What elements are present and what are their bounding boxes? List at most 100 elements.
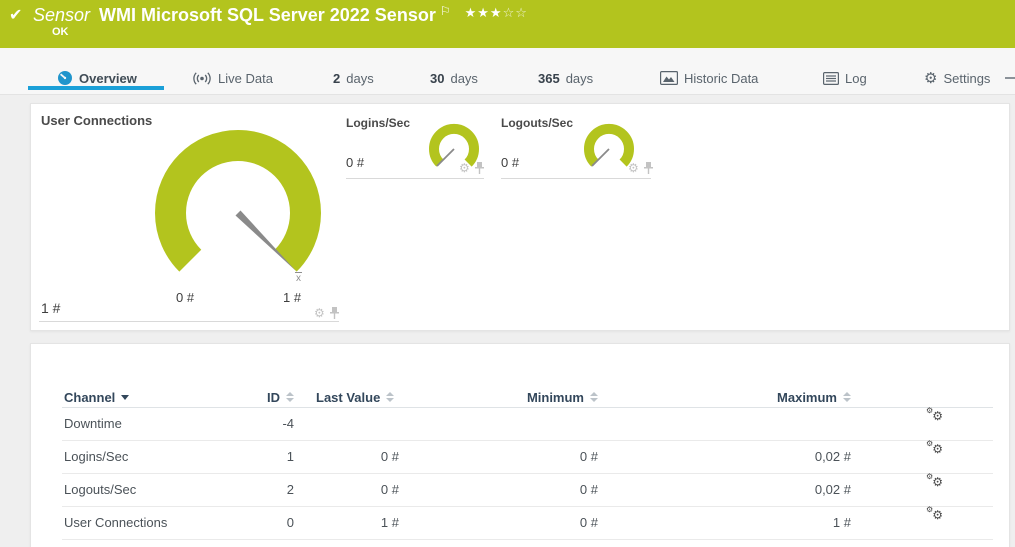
pin-icon[interactable] (644, 162, 653, 174)
channel-last-value: 0 # (302, 440, 399, 473)
gear-icon[interactable]: ⚙ (314, 307, 325, 319)
tab-30-days[interactable]: 30 days (430, 69, 478, 87)
prtg-sensor-page: ✔ Sensor WMI Microsoft SQL Server 2022 S… (0, 0, 1015, 547)
tab-365-days[interactable]: 365 days (538, 69, 593, 87)
logins-gauge-actions[interactable]: ⚙ (459, 162, 484, 174)
column-header-id-label: ID (267, 390, 280, 405)
double-gear-icon[interactable]: ⚙⚙ (926, 407, 942, 423)
channel-maximum: 1 # (742, 506, 851, 539)
column-header-last-value-label: Last Value (316, 390, 380, 405)
channel-id: -4 (192, 407, 294, 440)
channel-name[interactable]: Logouts/Sec (64, 473, 136, 506)
tab-30-days-number: 30 (430, 71, 444, 86)
logouts-gauge-arc (589, 129, 629, 163)
page-title: WMI Microsoft SQL Server 2022 Sensor (99, 4, 436, 27)
logins-gauge-title: Logins/Sec (346, 116, 410, 130)
user-connections-gauge-title: User Connections (41, 113, 152, 128)
flag-icon[interactable]: ⚐ (440, 5, 451, 17)
gear-icon[interactable]: ⚙ (628, 162, 639, 174)
channel-maximum: 0,02 # (742, 473, 851, 506)
channel-last-value: 1 # (302, 506, 399, 539)
logouts-gauge-actions[interactable]: ⚙ (628, 162, 653, 174)
gauge-average-marker: x (295, 272, 302, 284)
column-header-minimum-label: Minimum (527, 390, 584, 405)
gauge-divider (346, 178, 484, 179)
tab-log[interactable]: Log (823, 69, 867, 87)
channel-maximum: 0,02 # (742, 440, 851, 473)
column-header-channel[interactable]: Channel (64, 389, 129, 405)
tab-2-days-number: 2 (333, 71, 340, 86)
sort-arrows-icon (843, 392, 851, 402)
double-gear-icon[interactable]: ⚙⚙ (926, 440, 942, 456)
pin-icon[interactable] (330, 307, 339, 319)
table-row-logins-sec[interactable]: Logins/Sec 1 0 # 0 # 0,02 # ⚙⚙ (62, 440, 993, 474)
star-empty-icons[interactable]: ☆☆ (503, 6, 528, 21)
priority-stars[interactable]: ★★★☆☆ (465, 7, 528, 21)
tab-historic-data-label: Historic Data (684, 71, 758, 86)
column-header-id[interactable]: ID (192, 389, 294, 405)
cut-off-element (1005, 77, 1015, 79)
channel-name[interactable]: Downtime (64, 407, 122, 440)
tab-overview[interactable]: Overview (57, 69, 137, 87)
log-list-icon (823, 72, 839, 85)
gear-icon[interactable]: ⚙ (459, 162, 470, 174)
pin-icon[interactable] (475, 162, 484, 174)
sensor-header: ✔ Sensor WMI Microsoft SQL Server 2022 S… (0, 0, 1015, 48)
gauge-scale-max: 1 # (283, 290, 301, 305)
tab-365-days-unit: days (566, 71, 593, 86)
user-connections-gauge-arc (171, 145, 306, 260)
double-gear-icon[interactable]: ⚙⚙ (926, 473, 942, 489)
tab-overview-label: Overview (79, 71, 137, 86)
user-connections-current-value: 1 # (41, 300, 60, 316)
sort-arrows-icon (590, 392, 598, 402)
double-gear-icon[interactable]: ⚙⚙ (926, 506, 942, 522)
channels-table-panel: Channel ID Last Value Minimum Maximum Do… (30, 343, 1010, 547)
star-filled-icons[interactable]: ★★★ (465, 6, 503, 21)
column-header-minimum[interactable]: Minimum (492, 389, 598, 405)
tab-historic-data[interactable]: Historic Data (660, 69, 758, 87)
status-badge: OK (52, 26, 69, 38)
object-type-label: Sensor (33, 4, 90, 27)
tab-settings-label: Settings (943, 71, 990, 86)
channel-minimum: 0 # (492, 506, 598, 539)
channel-name[interactable]: User Connections (64, 506, 167, 539)
channel-id: 2 (192, 473, 294, 506)
channel-minimum: 0 # (492, 473, 598, 506)
gear-icon: ⚙ (924, 71, 937, 86)
gauges-panel: User Connections 0 # 1 # x 1 # ⚙ Logins/… (30, 103, 1010, 331)
column-header-last-value[interactable]: Last Value (316, 389, 394, 405)
channel-last-value: 0 # (302, 473, 399, 506)
sort-arrows-icon (386, 392, 394, 402)
gauge-divider (39, 321, 339, 322)
table-row-logouts-sec[interactable]: Logouts/Sec 2 0 # 0 # 0,02 # ⚙⚙ (62, 473, 993, 507)
historic-chart-icon (660, 71, 678, 85)
channel-minimum: 0 # (492, 440, 598, 473)
table-row-user-connections[interactable]: User Connections 0 1 # 0 # 1 # ⚙⚙ (62, 506, 993, 540)
tab-settings[interactable]: ⚙ Settings (924, 69, 990, 87)
logouts-gauge-title: Logouts/Sec (501, 116, 573, 130)
channel-id: 1 (192, 440, 294, 473)
tab-2-days[interactable]: 2 days (333, 69, 374, 87)
sort-arrows-icon (286, 392, 294, 402)
tab-30-days-unit: days (450, 71, 477, 86)
channel-name[interactable]: Logins/Sec (64, 440, 128, 473)
sort-desc-caret-icon (121, 395, 129, 400)
sensor-title-line: Sensor WMI Microsoft SQL Server 2022 Sen… (33, 4, 528, 27)
column-header-maximum[interactable]: Maximum (742, 389, 851, 405)
tab-log-label: Log (845, 71, 867, 86)
channel-id: 0 (192, 506, 294, 539)
logins-current-value: 0 # (346, 155, 364, 170)
user-connections-gauge-actions[interactable]: ⚙ (314, 307, 339, 319)
logins-gauge-arc (434, 129, 474, 163)
broadcast-icon (192, 71, 212, 86)
tab-bar: Overview Live Data 2 days 30 days 365 da… (0, 48, 1015, 95)
column-header-channel-label: Channel (64, 390, 115, 405)
column-header-maximum-label: Maximum (777, 390, 837, 405)
gauge-divider (501, 178, 651, 179)
gauge-scale-min: 0 # (176, 290, 194, 305)
table-row-downtime[interactable]: Downtime -4 ⚙⚙ (62, 407, 993, 441)
tab-live-data-label: Live Data (218, 71, 273, 86)
tab-live-data[interactable]: Live Data (192, 69, 273, 87)
active-tab-indicator (28, 86, 164, 90)
status-ok-check-icon: ✔ (9, 5, 22, 24)
